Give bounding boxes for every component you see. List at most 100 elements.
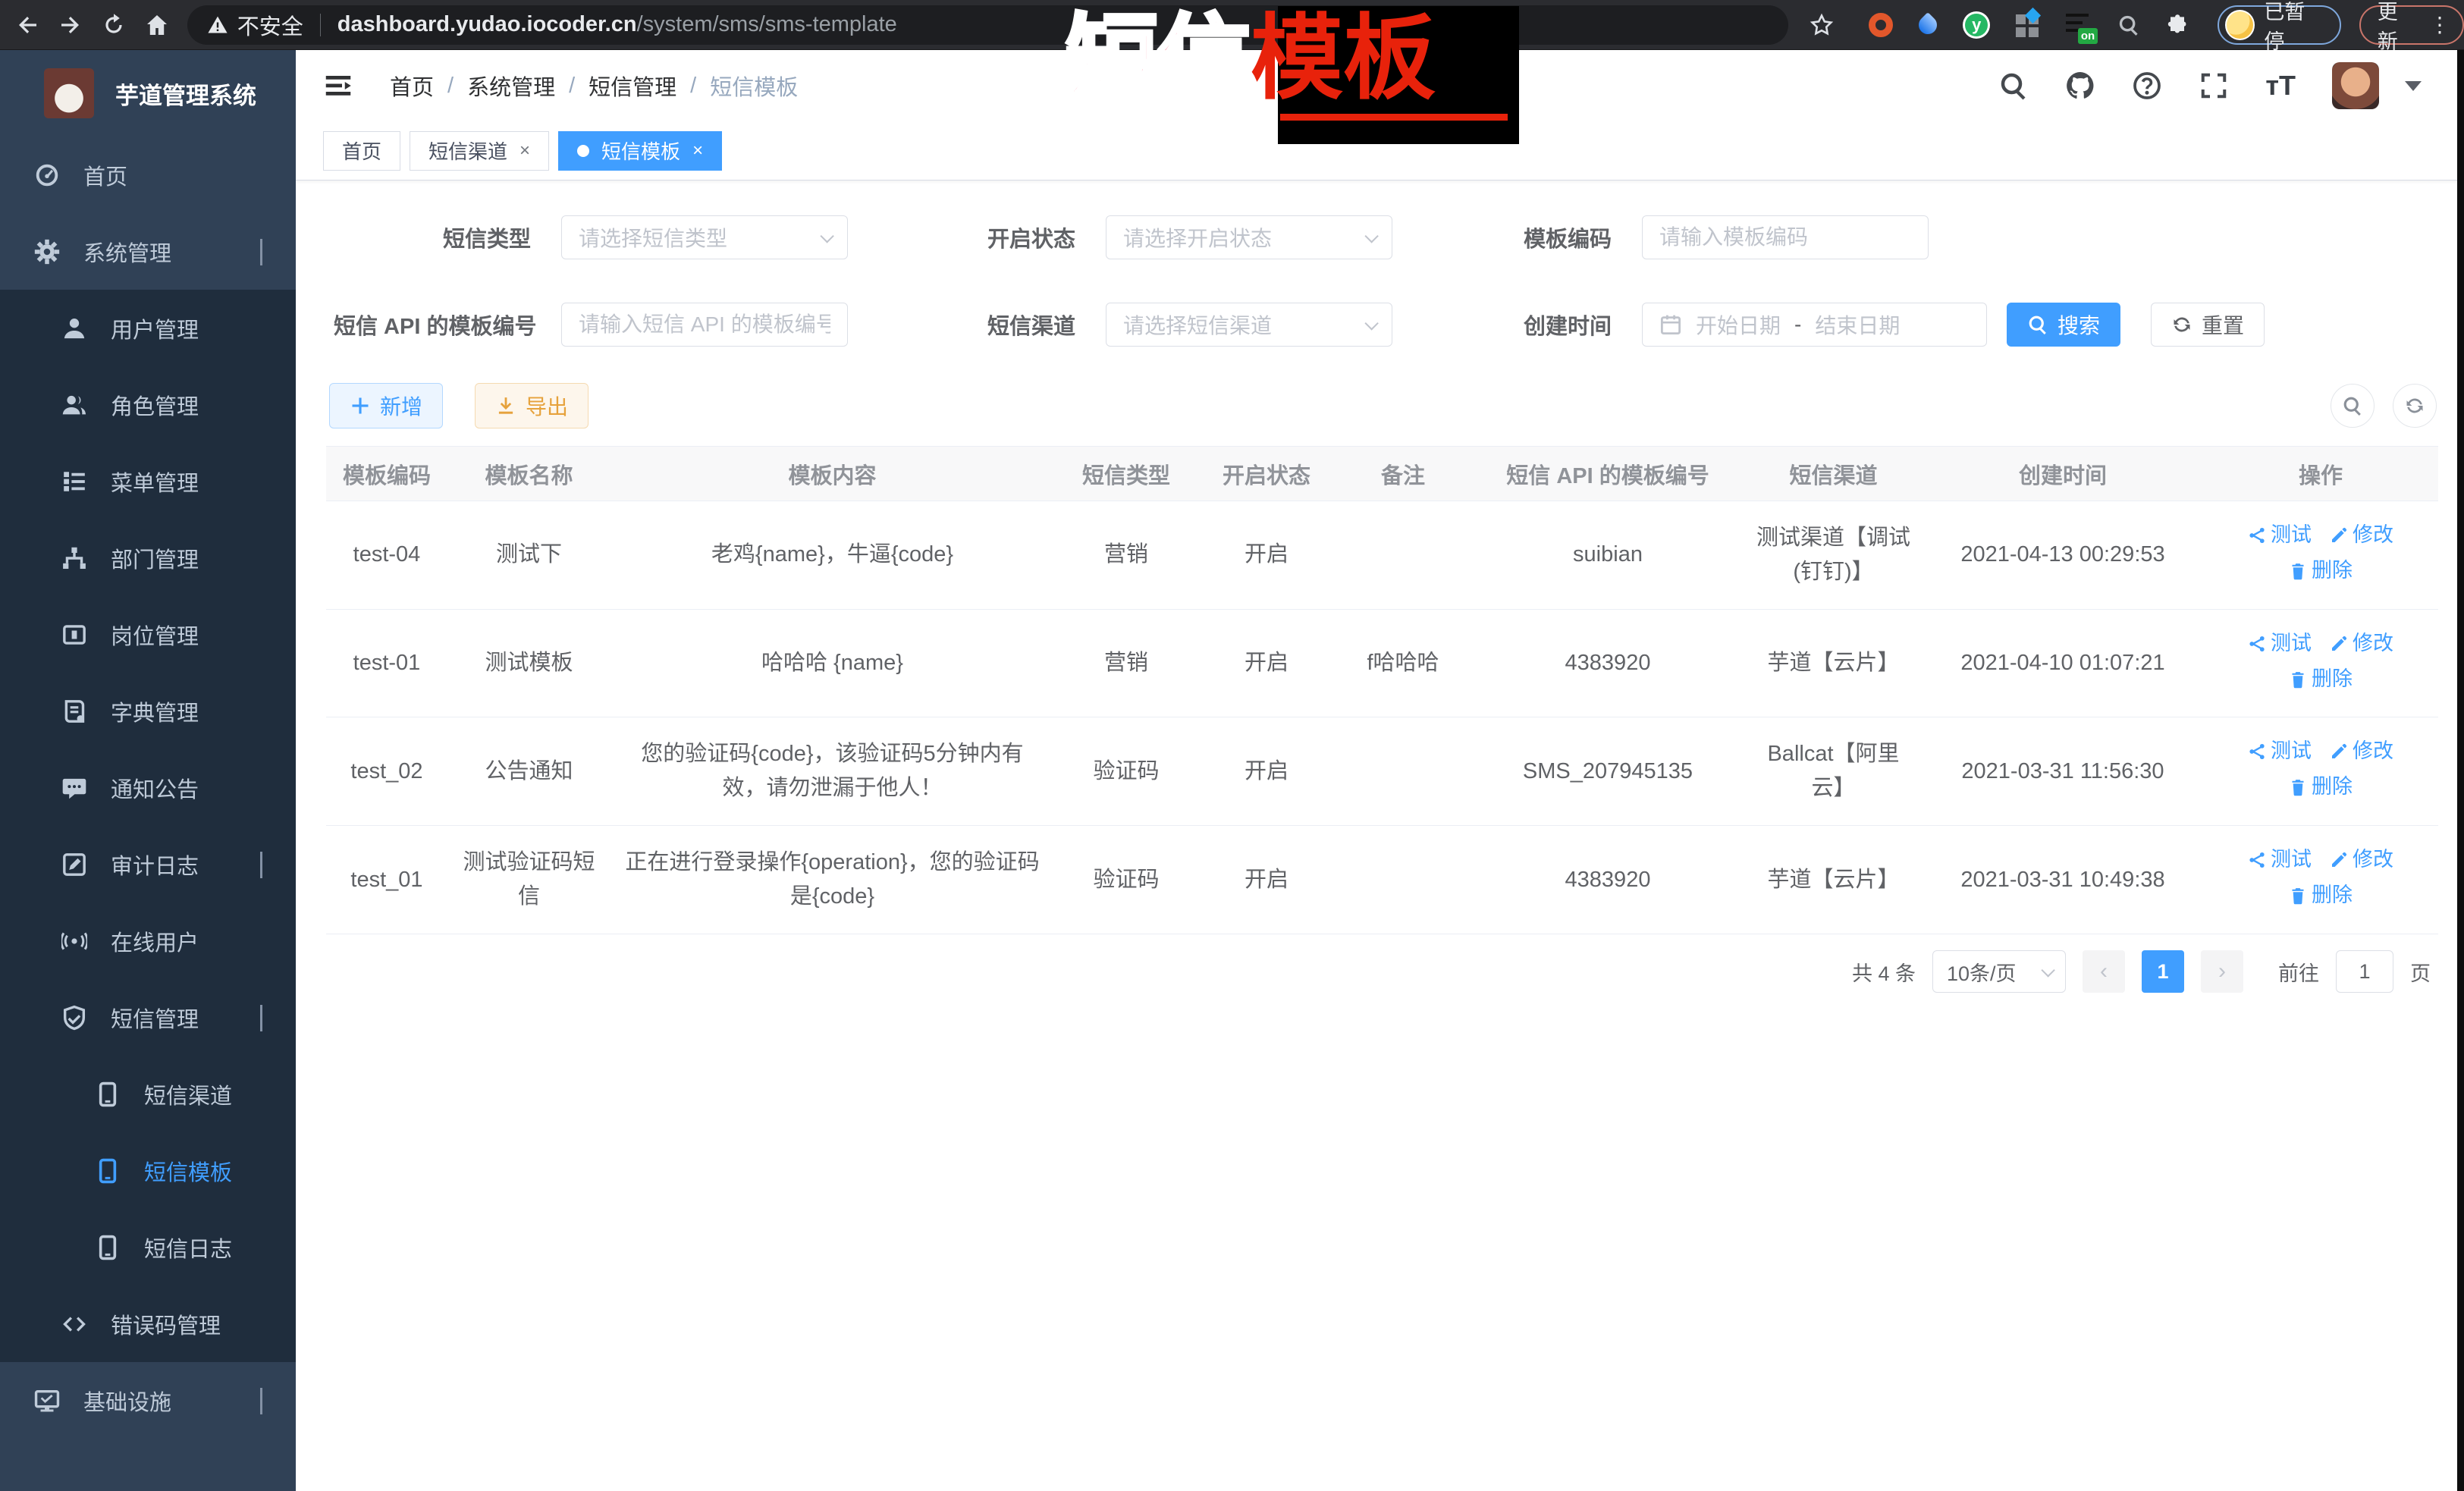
sidebar-item-短信日志[interactable]: 短信日志 xyxy=(0,1209,296,1285)
sidebar-item-菜单管理[interactable]: 菜单管理 xyxy=(0,443,296,519)
end-date-placeholder[interactable]: 结束日期 xyxy=(1815,309,1900,340)
sidebar-item-通知公告[interactable]: 通知公告 xyxy=(0,749,296,826)
close-icon[interactable]: × xyxy=(519,140,530,162)
address-bar[interactable]: 不安全 dashboard.yudao.iocoder.cn/system/sm… xyxy=(187,5,1788,45)
search-icon xyxy=(2027,314,2048,335)
browser-forward-icon[interactable] xyxy=(54,8,86,42)
profile-paused-chip[interactable]: 已暂停 xyxy=(2218,5,2341,45)
app-logo-row[interactable]: 芋道管理系统 xyxy=(0,50,296,137)
export-button[interactable]: 导出 xyxy=(475,383,589,428)
extension-orange-ring-icon[interactable] xyxy=(1869,13,1893,37)
header-search-icon[interactable] xyxy=(1998,71,2029,101)
close-icon[interactable]: × xyxy=(692,140,703,162)
fullscreen-icon[interactable] xyxy=(2199,71,2229,101)
修改-link[interactable]: 修改 xyxy=(2330,628,2393,660)
sms-type-select[interactable]: 请选择短信类型 xyxy=(561,215,848,259)
op-label: 修改 xyxy=(2353,736,2393,767)
screenshot-root: 不安全 dashboard.yudao.iocoder.cn/system/sm… xyxy=(0,0,2464,1491)
sidebar-item-短信管理[interactable]: 短信管理 xyxy=(0,979,296,1056)
tab-短信模板[interactable]: 短信模板× xyxy=(558,131,722,171)
channel-select[interactable]: 请选择短信渠道 xyxy=(1106,303,1392,347)
kebab-menu-icon[interactable]: ⋮ xyxy=(2429,12,2450,37)
extension-blue-drop-icon[interactable] xyxy=(1915,12,1941,38)
user-avatar[interactable] xyxy=(2332,62,2379,109)
table-cell-operations: 测试修改删除 xyxy=(2203,501,2438,610)
sidebar-item-部门管理[interactable]: 部门管理 xyxy=(0,519,296,596)
sidebar-item-label: 部门管理 xyxy=(111,542,199,574)
chevron-down-icon xyxy=(260,852,262,877)
sidebar-item-首页[interactable]: 首页 xyxy=(0,137,296,213)
prev-page-button[interactable]: ‹ xyxy=(2083,950,2125,993)
breadcrumb-system[interactable]: 系统管理 xyxy=(467,70,555,102)
api-template-id-input[interactable] xyxy=(561,303,848,347)
sidebar-item-角色管理[interactable]: 角色管理 xyxy=(0,366,296,443)
测试-link[interactable]: 测试 xyxy=(2248,844,2312,876)
security-warning[interactable]: 不安全 xyxy=(207,9,303,41)
删除-link[interactable]: 删除 xyxy=(2289,880,2353,912)
sidebar-item-短信渠道[interactable]: 短信渠道 xyxy=(0,1056,296,1132)
tab-首页[interactable]: 首页 xyxy=(323,131,400,171)
refresh-table-button[interactable] xyxy=(2393,384,2437,428)
announcement-icon xyxy=(58,775,91,801)
goto-page-input[interactable] xyxy=(2336,950,2393,993)
删除-link[interactable]: 删除 xyxy=(2289,555,2353,587)
filter-label: 模板编码 xyxy=(1422,221,1612,253)
tab-短信渠道[interactable]: 短信渠道× xyxy=(410,131,549,171)
column-header-备注: 备注 xyxy=(1335,447,1471,501)
extension-grid-icon[interactable] xyxy=(2016,13,2040,37)
删除-link[interactable]: 删除 xyxy=(2289,664,2353,695)
table-cell: test_01 xyxy=(326,826,447,934)
修改-link[interactable]: 修改 xyxy=(2330,519,2393,551)
table-cell: 开启 xyxy=(1198,826,1335,934)
breadcrumb-sms[interactable]: 短信管理 xyxy=(589,70,676,102)
edit-icon xyxy=(2330,526,2348,545)
reset-button[interactable]: 重置 xyxy=(2151,303,2265,347)
template-code-input[interactable] xyxy=(1642,215,1929,259)
window-right-edge xyxy=(2457,50,2464,1491)
status-select[interactable]: 请选择开启状态 xyxy=(1106,215,1392,259)
sidebar-item-短信模板[interactable]: 短信模板 xyxy=(0,1132,296,1209)
table-cell: 测试验证码短信 xyxy=(447,826,611,934)
sidebar-collapse-icon[interactable] xyxy=(323,71,353,101)
extension-magnifier-icon[interactable] xyxy=(2117,14,2140,36)
browser-home-icon[interactable] xyxy=(141,8,174,42)
删除-link[interactable]: 删除 xyxy=(2289,771,2353,803)
测试-link[interactable]: 测试 xyxy=(2248,628,2312,660)
sidebar-item-岗位管理[interactable]: 岗位管理 xyxy=(0,596,296,673)
sidebar-item-审计日志[interactable]: 审计日志 xyxy=(0,826,296,902)
filter-label: 短信 API 的模板编号 xyxy=(334,309,531,341)
browser-reload-icon[interactable] xyxy=(97,8,130,42)
add-button[interactable]: 新增 xyxy=(329,383,443,428)
sidebar-item-在线用户[interactable]: 在线用户 xyxy=(0,902,296,979)
修改-link[interactable]: 修改 xyxy=(2330,736,2393,767)
page-1-button[interactable]: 1 xyxy=(2142,950,2184,993)
sidebar-item-label: 短信渠道 xyxy=(144,1078,232,1110)
browser-update-button[interactable]: 更新 ⋮ xyxy=(2359,5,2464,45)
date-range-picker[interactable]: 开始日期 - 结束日期 xyxy=(1642,303,1987,347)
code-icon xyxy=(58,1311,91,1337)
sidebar-item-基础设施[interactable]: 基础设施 xyxy=(0,1362,296,1439)
show-search-toggle-button[interactable] xyxy=(2331,384,2375,428)
测试-link[interactable]: 测试 xyxy=(2248,519,2312,551)
sidebar-item-错误码管理[interactable]: 错误码管理 xyxy=(0,1285,296,1362)
修改-link[interactable]: 修改 xyxy=(2330,844,2393,876)
extension-list-on-icon[interactable]: on xyxy=(2066,12,2092,38)
annotation-part1: 短信 xyxy=(1066,7,1251,110)
caret-down-icon[interactable] xyxy=(2405,81,2422,91)
github-icon[interactable] xyxy=(2065,71,2095,101)
extensions-puzzle-icon[interactable] xyxy=(2166,13,2190,37)
sidebar-item-字典管理[interactable]: 字典管理 xyxy=(0,673,296,749)
page-size-select[interactable]: 10条/页 xyxy=(1932,950,2066,993)
font-size-icon[interactable]: тT xyxy=(2265,70,2296,102)
next-page-button[interactable]: › xyxy=(2201,950,2243,993)
sidebar-item-系统管理[interactable]: 系统管理 xyxy=(0,213,296,290)
测试-link[interactable]: 测试 xyxy=(2248,736,2312,767)
bookmark-star-icon[interactable] xyxy=(1810,13,1834,37)
breadcrumb-home[interactable]: 首页 xyxy=(390,70,434,102)
browser-back-icon[interactable] xyxy=(11,8,43,42)
help-icon[interactable] xyxy=(2132,71,2162,101)
start-date-placeholder[interactable]: 开始日期 xyxy=(1696,309,1781,340)
extension-green-y-icon[interactable] xyxy=(1963,11,1990,39)
sidebar-item-用户管理[interactable]: 用户管理 xyxy=(0,290,296,366)
search-button[interactable]: 搜索 xyxy=(2007,303,2120,347)
